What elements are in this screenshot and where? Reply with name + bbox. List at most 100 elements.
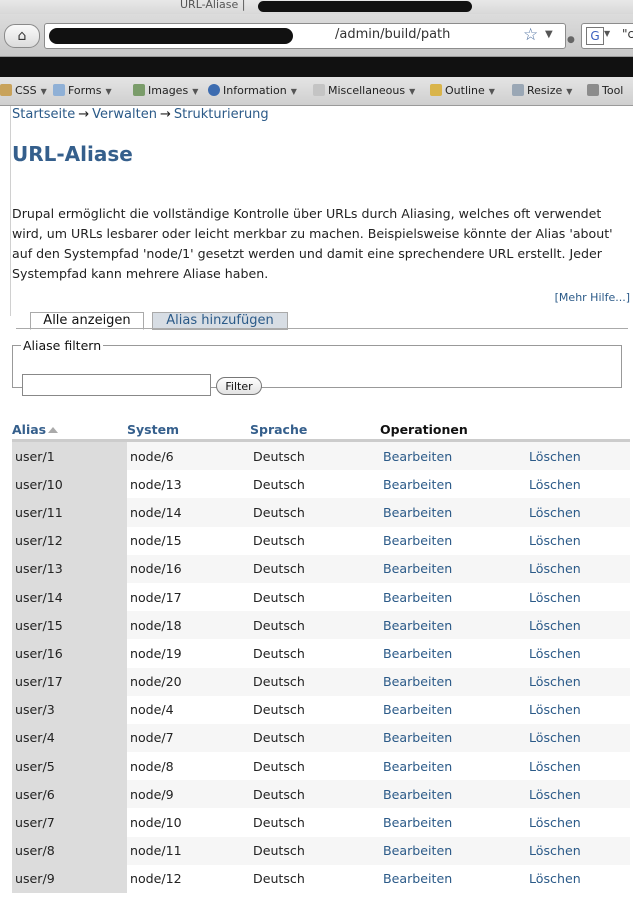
language-cell: Deutsch	[250, 836, 380, 865]
table-row: user/13 node/16 Deutsch Bearbeiten Löschen	[12, 554, 630, 583]
devbar-css[interactable]: CSS ▼	[0, 84, 47, 97]
delete-link[interactable]: Löschen	[529, 730, 581, 745]
edit-link[interactable]: Bearbeiten	[383, 702, 452, 717]
edit-cell: Bearbeiten	[380, 639, 526, 668]
column-header-alias-label[interactable]: Alias	[12, 422, 46, 437]
edit-link[interactable]: Bearbeiten	[383, 505, 452, 520]
edit-link[interactable]: Bearbeiten	[383, 477, 452, 492]
system-cell: node/7	[127, 723, 250, 753]
delete-link[interactable]: Löschen	[529, 561, 581, 576]
chevron-down-icon: ▼	[566, 87, 573, 96]
table-row: user/1 node/6 Deutsch Bearbeiten Löschen	[12, 440, 630, 471]
delete-link[interactable]: Löschen	[529, 505, 581, 520]
search-box[interactable]: G ▼ "c	[581, 23, 633, 49]
system-cell: node/6	[127, 440, 250, 471]
system-cell: node/9	[127, 780, 250, 809]
delete-cell: Löschen	[526, 498, 630, 527]
breadcrumb-strukturierung[interactable]: Strukturierung	[174, 107, 269, 122]
page-description: Drupal ermöglicht die vollständige Kontr…	[12, 206, 613, 281]
redacted-title	[258, 1, 472, 12]
css-icon	[0, 84, 12, 96]
edit-link[interactable]: Bearbeiten	[383, 618, 452, 633]
breadcrumb-verwalten[interactable]: Verwalten	[92, 107, 157, 122]
delete-link[interactable]: Löschen	[529, 702, 581, 717]
alias-table: Alias System Sprache Operationen user/1 n…	[12, 419, 630, 893]
google-icon[interactable]: G	[586, 27, 604, 45]
devbar-outline[interactable]: Outline ▼	[430, 84, 495, 97]
edit-link[interactable]: Bearbeiten	[383, 730, 452, 745]
edit-link[interactable]: Bearbeiten	[383, 787, 452, 802]
chevron-down-icon: ▼	[488, 87, 495, 96]
delete-link[interactable]: Löschen	[529, 477, 581, 492]
filter-button[interactable]: Filter	[216, 377, 262, 395]
forms-icon	[53, 84, 65, 96]
delete-link[interactable]: Löschen	[529, 815, 581, 830]
devbar-miscellaneous[interactable]: Miscellaneous ▼	[313, 84, 415, 97]
table-row: user/7 node/10 Deutsch Bearbeiten Löschen	[12, 808, 630, 837]
devbar-forms[interactable]: Forms ▼	[53, 84, 112, 97]
sort-ascending-icon	[48, 426, 59, 433]
edit-link[interactable]: Bearbeiten	[383, 590, 452, 605]
edit-link[interactable]: Bearbeiten	[383, 646, 452, 661]
delete-link[interactable]: Löschen	[529, 843, 581, 858]
column-header-alias[interactable]: Alias	[12, 419, 127, 442]
table-row: user/6 node/9 Deutsch Bearbeiten Löschen	[12, 780, 630, 809]
system-cell: node/11	[127, 836, 250, 865]
delete-link[interactable]: Löschen	[529, 871, 581, 886]
address-bar[interactable]: /admin/build/path ☆ ▼	[44, 23, 566, 49]
search-engine-dropdown-icon[interactable]: ▼	[604, 29, 610, 38]
devbar-resize[interactable]: Resize ▼	[512, 84, 572, 97]
chevron-down-icon[interactable]: ▼	[545, 29, 553, 40]
devbar-tools[interactable]: Tool	[587, 84, 623, 97]
edit-link[interactable]: Bearbeiten	[383, 815, 452, 830]
alias-cell: user/14	[12, 582, 127, 612]
edit-link[interactable]: Bearbeiten	[383, 674, 452, 689]
language-cell: Deutsch	[250, 611, 380, 640]
table-row: user/10 node/13 Deutsch Bearbeiten Löschen	[12, 470, 630, 499]
more-help-link[interactable]: [Mehr Hilfe...]	[555, 291, 630, 304]
tabs-divider	[16, 328, 628, 329]
system-cell: node/4	[127, 695, 250, 724]
devbar-images[interactable]: Images ▼	[133, 84, 198, 97]
alias-cell: user/11	[12, 498, 127, 527]
outline-pencil-icon	[430, 84, 442, 96]
edit-cell: Bearbeiten	[380, 695, 526, 724]
edit-link[interactable]: Bearbeiten	[383, 871, 452, 886]
chevron-down-icon: ▼	[192, 87, 199, 96]
filter-fieldset: Aliase filtern Filter	[12, 338, 622, 396]
edit-link[interactable]: Bearbeiten	[383, 449, 452, 464]
delete-link[interactable]: Löschen	[529, 533, 581, 548]
delete-link[interactable]: Löschen	[529, 590, 581, 605]
column-header-language[interactable]: Sprache	[250, 419, 380, 442]
delete-link[interactable]: Löschen	[529, 449, 581, 464]
home-button[interactable]: ⌂	[4, 24, 40, 48]
delete-cell: Löschen	[526, 723, 630, 753]
bookmark-star-icon[interactable]: ☆	[523, 25, 538, 45]
system-cell: node/20	[127, 667, 250, 696]
delete-link[interactable]: Löschen	[529, 759, 581, 774]
edit-link[interactable]: Bearbeiten	[383, 533, 452, 548]
edit-link[interactable]: Bearbeiten	[383, 561, 452, 576]
breadcrumb-startseite[interactable]: Startseite	[12, 107, 75, 122]
delete-link[interactable]: Löschen	[529, 674, 581, 689]
column-header-system[interactable]: System	[127, 419, 250, 442]
edit-link[interactable]: Bearbeiten	[383, 843, 452, 858]
delete-cell: Löschen	[526, 752, 630, 781]
edit-cell: Bearbeiten	[380, 752, 526, 781]
language-cell: Deutsch	[250, 526, 380, 555]
table-row: user/4 node/7 Deutsch Bearbeiten Löschen	[12, 723, 630, 753]
delete-link[interactable]: Löschen	[529, 646, 581, 661]
delete-cell: Löschen	[526, 639, 630, 668]
delete-link[interactable]: Löschen	[529, 787, 581, 802]
edit-link[interactable]: Bearbeiten	[383, 759, 452, 774]
delete-cell: Löschen	[526, 780, 630, 809]
delete-link[interactable]: Löschen	[529, 618, 581, 633]
language-cell: Deutsch	[250, 667, 380, 696]
devbar-information[interactable]: Information ▼	[208, 84, 297, 97]
information-icon	[208, 84, 220, 96]
edit-cell: Bearbeiten	[380, 582, 526, 612]
page-title: URL-Aliase	[12, 142, 133, 166]
table-row: user/15 node/18 Deutsch Bearbeiten Löschen	[12, 611, 630, 640]
filter-input[interactable]	[22, 374, 211, 396]
table-row: user/5 node/8 Deutsch Bearbeiten Löschen	[12, 752, 630, 781]
